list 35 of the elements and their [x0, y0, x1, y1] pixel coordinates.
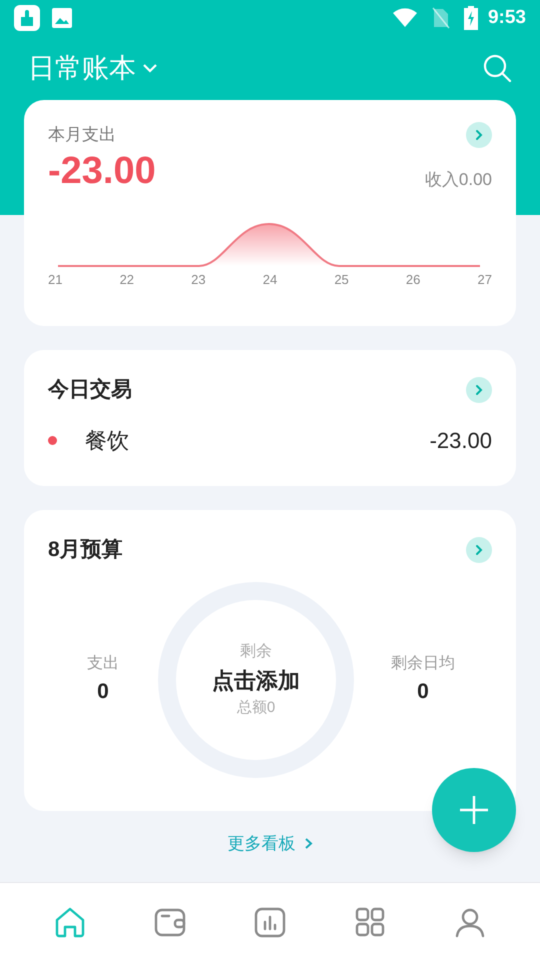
transaction-row[interactable]: 餐饮 -23.00 — [48, 424, 492, 456]
axis-label: 23 — [191, 271, 206, 289]
axis-label: 21 — [48, 271, 62, 289]
axis-label: 25 — [334, 271, 349, 289]
axis-label: 26 — [406, 271, 420, 289]
no-sim-icon — [432, 7, 450, 29]
card-label: 本月支出 — [48, 124, 116, 146]
income-amount: 收入0.00 — [424, 168, 492, 190]
axis-label: 27 — [477, 271, 492, 289]
stat-label: 支出 — [87, 654, 119, 674]
stat-label: 剩余日均 — [391, 654, 455, 674]
axis-label: 24 — [262, 271, 278, 289]
expense-amount: -23.00 — [48, 152, 156, 190]
search-icon[interactable] — [482, 53, 512, 83]
card-title: 今日交易 — [48, 376, 132, 403]
category-name: 餐饮 — [85, 426, 129, 454]
chevron-button[interactable] — [466, 122, 492, 148]
wifi-icon — [392, 8, 418, 28]
chevron-button[interactable] — [466, 536, 492, 563]
stat-value: 0 — [417, 678, 429, 705]
stat-value: 0 — [97, 678, 109, 705]
budget-ring[interactable]: 剩余 点击添加 总额0 — [158, 582, 354, 778]
chevron-right-icon — [473, 384, 485, 396]
clock: 9:53 — [488, 6, 526, 30]
transaction-amount: -23.00 — [430, 426, 492, 454]
chevron-right-icon — [473, 544, 485, 556]
axis-label: 22 — [120, 271, 134, 289]
card-title: 8月预算 — [48, 537, 123, 563]
chevron-down-icon — [142, 63, 158, 73]
chevron-button[interactable] — [466, 376, 492, 403]
plus-icon — [458, 794, 490, 826]
chevron-right-icon — [473, 129, 485, 141]
image-icon — [52, 8, 72, 28]
app-icon — [14, 5, 40, 31]
chevron-right-icon — [304, 837, 312, 850]
